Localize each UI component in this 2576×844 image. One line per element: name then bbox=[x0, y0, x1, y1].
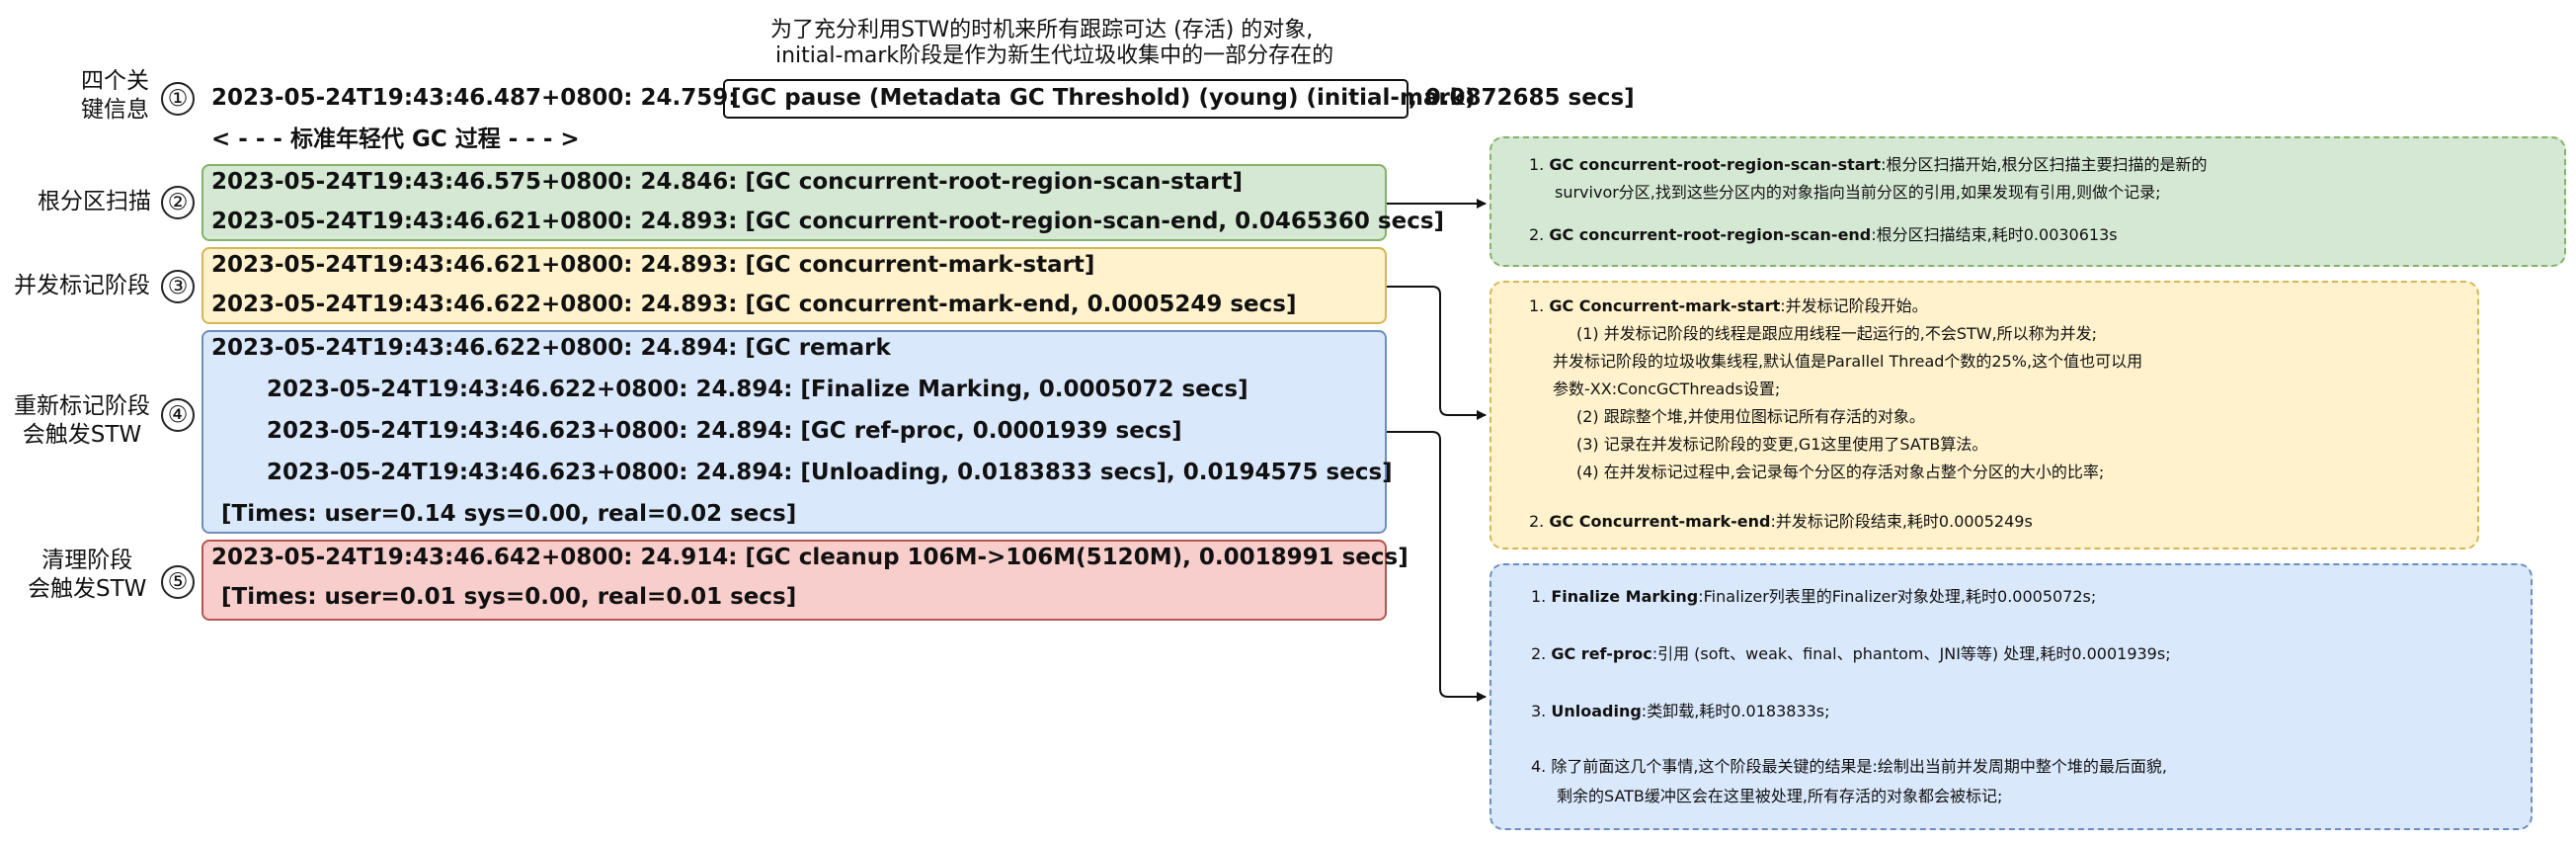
item-text: :类卸载,耗时0.0183833s; bbox=[1641, 702, 1830, 720]
arrow-remark bbox=[1387, 431, 1487, 702]
item-text: 除了前面这几个事情,这个阶段最关键的结果是:绘制出当前并发周期中整个堆的最后面貌… bbox=[1551, 757, 2167, 776]
list-number: 1. bbox=[1529, 296, 1545, 315]
list-number: 1. bbox=[1531, 587, 1547, 606]
concurrent-mark-sub-1c: 参数-XX:ConcGCThreads设置; bbox=[1553, 380, 1781, 398]
remark-item-2: 2. GC ref-proc:引用 (soft、weak、final、phant… bbox=[1531, 640, 2171, 664]
list-number: 3. bbox=[1531, 702, 1547, 720]
item-title: GC ref-proc bbox=[1551, 644, 1652, 663]
list-number: 2. bbox=[1529, 225, 1545, 244]
remark-item-1: 1. Finalize Marking:Finalizer列表里的Finaliz… bbox=[1531, 583, 2096, 607]
remark-item-4: 4. 除了前面这几个事情,这个阶段最关键的结果是:绘制出当前并发周期中整个堆的最… bbox=[1531, 753, 2167, 777]
item-title: GC Concurrent-mark-end bbox=[1549, 512, 1771, 531]
root-scan-item-1-cont: survivor分区,找到这些分区内的对象指向当前分区的引用,如果发现有引用,则… bbox=[1555, 183, 2161, 202]
item-title: Unloading bbox=[1551, 702, 1642, 720]
item-text: :引用 (soft、weak、final、phantom、JNI等等) 处理,耗… bbox=[1651, 644, 2171, 663]
concurrent-mark-sub-4: (4) 在并发标记过程中,会记录每个分区的存活对象占整个分区的大小的比率; bbox=[1576, 463, 2105, 481]
concurrent-mark-sub-1: (1) 并发标记阶段的线程是跟应用线程一起运行的,不会STW,所以称为并发; bbox=[1576, 324, 2098, 343]
item-text: :根分区扫描结束,耗时0.0030613s bbox=[1871, 225, 2118, 244]
concurrent-mark-sub-1b: 并发标记阶段的垃圾收集线程,默认值是Parallel Thread个数的25%,… bbox=[1553, 352, 2143, 371]
item-title: GC concurrent-root-region-scan-start bbox=[1549, 155, 1882, 174]
item-text: :并发标记阶段开始。 bbox=[1780, 296, 1928, 315]
concurrent-mark-sub-2: (2) 跟踪整个堆,并使用位图标记所有存活的对象。 bbox=[1576, 407, 1925, 426]
item-title: Finalize Marking bbox=[1551, 587, 1699, 606]
item-text: :并发标记阶段结束,耗时0.0005249s bbox=[1770, 512, 2033, 531]
arrow-concurrent-mark bbox=[1387, 286, 1487, 420]
list-number: 2. bbox=[1529, 512, 1545, 531]
remark-item-3: 3. Unloading:类卸载,耗时0.0183833s; bbox=[1531, 698, 1830, 721]
item-title: GC Concurrent-mark-start bbox=[1549, 296, 1781, 315]
list-number: 2. bbox=[1531, 644, 1547, 663]
list-number: 1. bbox=[1529, 155, 1545, 174]
item-text: :Finalizer列表里的Finalizer对象处理,耗时0.0005072s… bbox=[1698, 587, 2097, 606]
remark-item-4-cont: 剩余的SATB缓冲区会在这里被处理,所有存活的对象都会被标记; bbox=[1557, 787, 2003, 805]
root-scan-item-2: 2. GC concurrent-root-region-scan-end:根分… bbox=[1529, 221, 2118, 245]
concurrent-mark-item-1: 1. GC Concurrent-mark-start:并发标记阶段开始。 bbox=[1529, 293, 1928, 316]
list-number: 4. bbox=[1531, 757, 1547, 776]
item-title: GC concurrent-root-region-scan-end bbox=[1549, 225, 1872, 244]
concurrent-mark-item-2: 2. GC Concurrent-mark-end:并发标记阶段结束,耗时0.0… bbox=[1529, 508, 2033, 532]
root-scan-item-1: 1. GC concurrent-root-region-scan-start:… bbox=[1529, 151, 2208, 175]
item-text: :根分区扫描开始,根分区扫描主要扫描的是新的 bbox=[1881, 155, 2208, 174]
concurrent-mark-sub-3: (3) 记录在并发标记阶段的变更,G1这里使用了SATB算法。 bbox=[1576, 435, 1988, 454]
